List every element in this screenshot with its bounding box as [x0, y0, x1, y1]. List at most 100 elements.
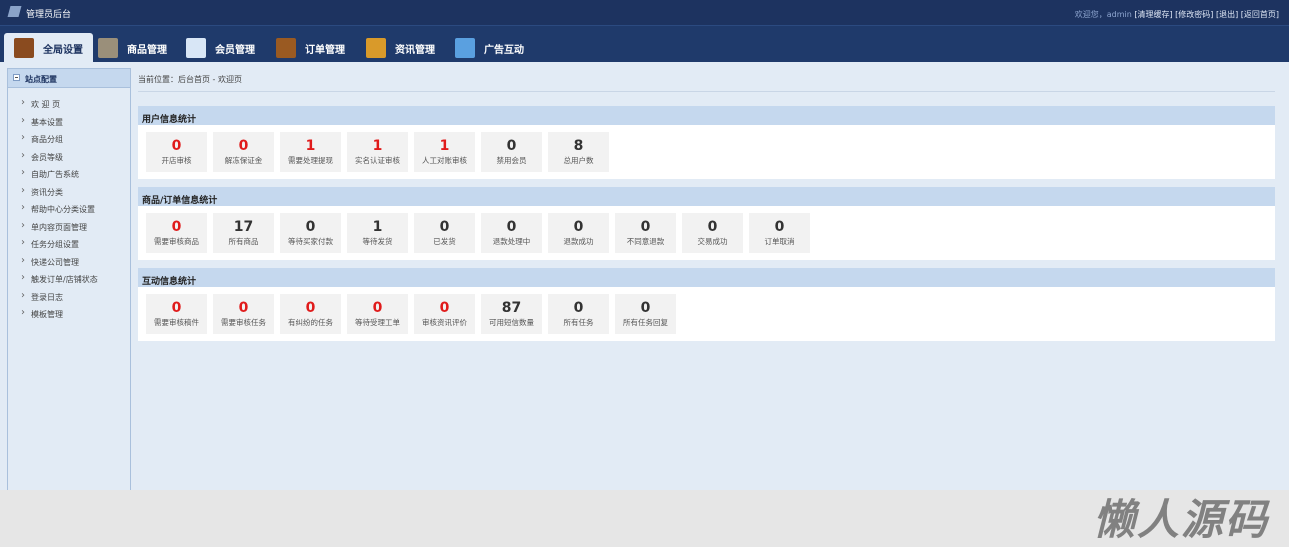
- stat-card[interactable]: 0 等待买家付款: [280, 213, 341, 253]
- stat-card[interactable]: 0 所有任务回复: [615, 294, 676, 334]
- sidebar-item[interactable]: 任务分组设置: [8, 234, 130, 254]
- sidebar-item[interactable]: 会员等级: [8, 147, 130, 167]
- stat-card[interactable]: 0 订单取消: [749, 213, 810, 253]
- stat-label: 审核资讯评价: [422, 318, 467, 327]
- panel-body: 0 需要审核稿件 0 需要审核任务 0 有纠纷的任务 0 等待受理工单 0 审核资讯评价 87 可用短…: [138, 287, 1275, 341]
- user-links: 欢迎您，admin [清理缓存] [修改密码] [退出] [返回首页]: [1075, 9, 1279, 20]
- panel-title: 商品/订单信息统计: [138, 187, 1275, 206]
- stat-value: 0: [774, 219, 785, 235]
- stat-value: 8: [573, 138, 584, 154]
- sidebar-item[interactable]: 基本设置: [8, 112, 130, 132]
- stat-value: 0: [439, 300, 450, 316]
- sidebar-title: 站点配置: [25, 75, 57, 84]
- stat-label: 交易成功: [697, 237, 728, 246]
- nav-tab-label: 会员管理: [215, 44, 255, 56]
- sidebar-item[interactable]: 商品分组: [8, 129, 130, 149]
- stat-label: 不同意退款: [626, 237, 665, 246]
- stat-value: 0: [439, 219, 450, 235]
- stat-card[interactable]: 0 已发货: [414, 213, 475, 253]
- stat-value: 0: [372, 300, 383, 316]
- stat-card[interactable]: 87 可用短信数量: [481, 294, 542, 334]
- logout-link[interactable]: [退出]: [1216, 10, 1238, 19]
- panel-body: 0 开店审核 0 解冻保证金 1 需要处理提现 1 实名认证审核 1 人工对账审核 0 禁用会员 8 总用…: [138, 125, 1275, 179]
- stat-card[interactable]: 0 需要审核任务: [213, 294, 274, 334]
- sidebar-item[interactable]: 单内容页面管理: [8, 217, 130, 237]
- collapse-icon[interactable]: [13, 74, 20, 81]
- nav-tab-label: 资讯管理: [395, 44, 435, 56]
- nav-tab-label: 全局设置: [43, 44, 83, 56]
- stat-label: 总用户数: [563, 156, 594, 165]
- sidebar-header[interactable]: 站点配置: [8, 69, 130, 88]
- nav-icon: [276, 38, 296, 58]
- welcome-text: 欢迎您，admin: [1074, 10, 1132, 19]
- nav-tab-4[interactable]: 资讯管理: [366, 33, 435, 63]
- sidebar-item[interactable]: 自助广告系统: [8, 164, 130, 184]
- stat-card[interactable]: 1 人工对账审核: [414, 132, 475, 172]
- stat-label: 所有任务回复: [623, 318, 668, 327]
- divider: [138, 91, 1275, 92]
- stat-card[interactable]: 0 交易成功: [682, 213, 743, 253]
- nav-tab-2[interactable]: 会员管理: [186, 33, 255, 63]
- stat-label: 实名认证审核: [355, 156, 400, 165]
- app-title: 管理员后台: [26, 10, 72, 20]
- stat-card[interactable]: 0 退款成功: [548, 213, 609, 253]
- stat-value: 0: [171, 219, 182, 235]
- stat-card[interactable]: 0 解冻保证金: [213, 132, 274, 172]
- stat-card[interactable]: 0 退款处理中: [481, 213, 542, 253]
- stat-value: 0: [238, 138, 249, 154]
- panel-title: 用户信息统计: [138, 106, 1275, 125]
- sidebar-item[interactable]: 模板管理: [8, 304, 130, 324]
- sidebar-item[interactable]: 触发订单/店铺状态: [8, 269, 130, 289]
- stat-card[interactable]: 1 实名认证审核: [347, 132, 408, 172]
- stat-value: 17: [233, 219, 254, 235]
- stat-label: 等待买家付款: [288, 237, 333, 246]
- stat-label: 有纠纷的任务: [288, 318, 333, 327]
- stat-card[interactable]: 1 等待发货: [347, 213, 408, 253]
- nav-tab-5[interactable]: 广告互动: [455, 33, 524, 63]
- stat-card[interactable]: 17 所有商品: [213, 213, 274, 253]
- stat-card[interactable]: 0 等待受理工单: [347, 294, 408, 334]
- stat-label: 人工对账审核: [422, 156, 467, 165]
- stat-card[interactable]: 0 需要审核稿件: [146, 294, 207, 334]
- sidebar-item[interactable]: 欢 迎 页: [8, 94, 130, 114]
- stat-label: 退款成功: [563, 237, 594, 246]
- home-link[interactable]: [返回首页]: [1241, 10, 1279, 19]
- stats-panel: 商品/订单信息统计 0 需要审核商品 17 所有商品 0 等待买家付款 1 等待发货 0 已发货 0 退…: [138, 187, 1275, 260]
- stat-card[interactable]: 0 审核资讯评价: [414, 294, 475, 334]
- nav-icon: [455, 38, 475, 58]
- stat-value: 0: [171, 300, 182, 316]
- stat-card[interactable]: 0 所有任务: [548, 294, 609, 334]
- stat-label: 所有任务: [563, 318, 594, 327]
- nav-icon: [186, 38, 206, 58]
- stat-value: 0: [640, 219, 651, 235]
- nav-tab-0[interactable]: 全局设置: [4, 33, 93, 63]
- stat-value: 0: [238, 300, 249, 316]
- stat-value: 1: [372, 138, 383, 154]
- nav-tab-3[interactable]: 订单管理: [276, 33, 345, 63]
- stat-value: 0: [305, 300, 316, 316]
- stat-label: 需要审核任务: [221, 318, 266, 327]
- change-password-link[interactable]: [修改密码]: [1175, 10, 1213, 19]
- nav-tab-1[interactable]: 商品管理: [98, 33, 167, 63]
- stat-card[interactable]: 0 禁用会员: [481, 132, 542, 172]
- stat-card[interactable]: 1 需要处理提现: [280, 132, 341, 172]
- nav-tab-label: 订单管理: [305, 44, 345, 56]
- stat-card[interactable]: 0 开店审核: [146, 132, 207, 172]
- stat-card[interactable]: 8 总用户数: [548, 132, 609, 172]
- stat-label: 需要审核商品: [154, 237, 199, 246]
- stat-card[interactable]: 0 需要审核商品: [146, 213, 207, 253]
- sidebar-item[interactable]: 帮助中心分类设置: [8, 199, 130, 219]
- stat-value: 0: [506, 219, 517, 235]
- stat-card[interactable]: 0 有纠纷的任务: [280, 294, 341, 334]
- nav-tab-label: 商品管理: [127, 44, 167, 56]
- stat-label: 订单取消: [764, 237, 795, 246]
- stat-value: 1: [305, 138, 316, 154]
- sidebar-item[interactable]: 登录日志: [8, 287, 130, 307]
- stat-value: 0: [171, 138, 182, 154]
- stats-panel: 互动信息统计 0 需要审核稿件 0 需要审核任务 0 有纠纷的任务 0 等待受理工单 0 审核资讯评…: [138, 268, 1275, 341]
- clear-cache-link[interactable]: [清理缓存]: [1134, 10, 1172, 19]
- sidebar-item[interactable]: 资讯分类: [8, 182, 130, 202]
- nav-icon: [366, 38, 386, 58]
- stat-card[interactable]: 0 不同意退款: [615, 213, 676, 253]
- sidebar-item[interactable]: 快递公司管理: [8, 252, 130, 272]
